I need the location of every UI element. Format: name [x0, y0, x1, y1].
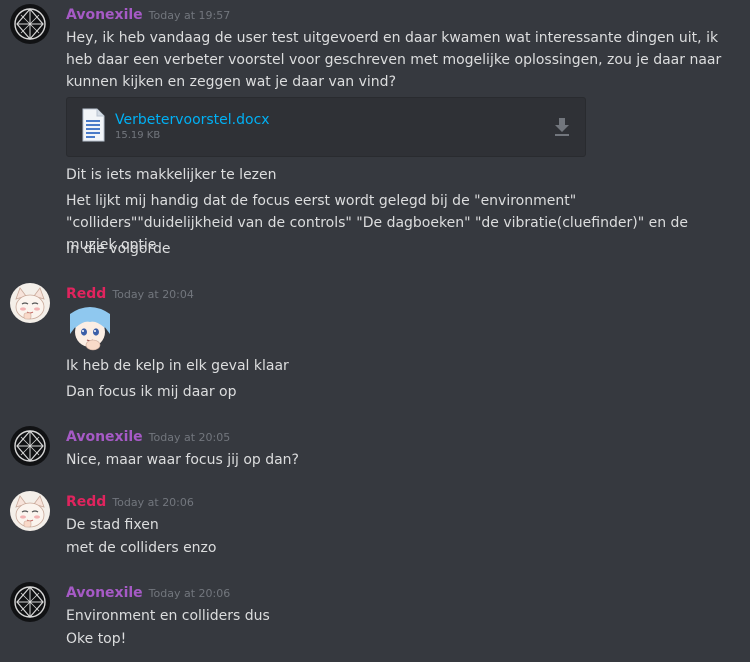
anime-emote[interactable]: [66, 304, 114, 352]
message-content: Avonexile Today at 19:57 Hey, ik heb vand…: [66, 4, 740, 93]
message-text: Environment en colliders dus: [66, 608, 270, 624]
avonexile-avatar[interactable]: [10, 426, 50, 466]
avonexile-avatar[interactable]: [10, 582, 50, 622]
file-attachment[interactable]: Verbetervoorstel.docx 15.19 KB: [66, 97, 586, 157]
download-icon[interactable]: [553, 117, 571, 137]
message-text: Dit is iets makkelijker te lezen: [66, 167, 277, 183]
message-header: Avonexile Today at 20:06: [66, 582, 740, 602]
message-header: Avonexile Today at 20:05: [66, 426, 740, 446]
redd-avatar[interactable]: [10, 491, 50, 531]
message-content: Avonexile Today at 20:05 Nice, maar waar …: [66, 426, 740, 471]
message-text: Hey, ik heb vandaag de user test uitgevo…: [66, 30, 722, 90]
timestamp: Today at 20:04: [112, 288, 194, 301]
message-text: met de colliders enzo: [66, 540, 217, 556]
username[interactable]: Avonexile: [66, 7, 143, 23]
avonexile-avatar[interactable]: [10, 4, 50, 44]
username[interactable]: Avonexile: [66, 585, 143, 601]
message-content: Avonexile Today at 20:06 Environment en c…: [66, 582, 740, 627]
document-icon: [82, 108, 105, 142]
username[interactable]: Redd: [66, 286, 106, 302]
message-text: Oke top!: [66, 631, 127, 647]
message-text: In die volgorde: [66, 241, 171, 257]
message-header: Redd Today at 20:06: [66, 491, 740, 511]
file-name-link[interactable]: Verbetervoorstel.docx: [115, 111, 270, 129]
timestamp: Today at 20:05: [148, 431, 231, 444]
message-header: Redd Today at 20:04: [66, 283, 740, 303]
redd-avatar[interactable]: [10, 283, 50, 323]
message-text: Ik heb de kelp in elk geval klaar: [66, 358, 289, 374]
timestamp: Today at 20:06: [148, 587, 231, 600]
timestamp: Today at 20:06: [112, 496, 194, 509]
message-content: Redd Today at 20:04: [66, 283, 740, 303]
message-content: Redd Today at 20:06 De stad fixen: [66, 491, 740, 536]
message-text: Dan focus ik mij daar op: [66, 384, 237, 400]
username[interactable]: Avonexile: [66, 429, 143, 445]
file-size: 15.19 KB: [115, 130, 161, 141]
message-text: Nice, maar waar focus jij op dan?: [66, 452, 299, 468]
timestamp: Today at 19:57: [148, 9, 231, 22]
message-text: De stad fixen: [66, 517, 159, 533]
username[interactable]: Redd: [66, 494, 106, 510]
message-header: Avonexile Today at 19:57: [66, 4, 740, 24]
